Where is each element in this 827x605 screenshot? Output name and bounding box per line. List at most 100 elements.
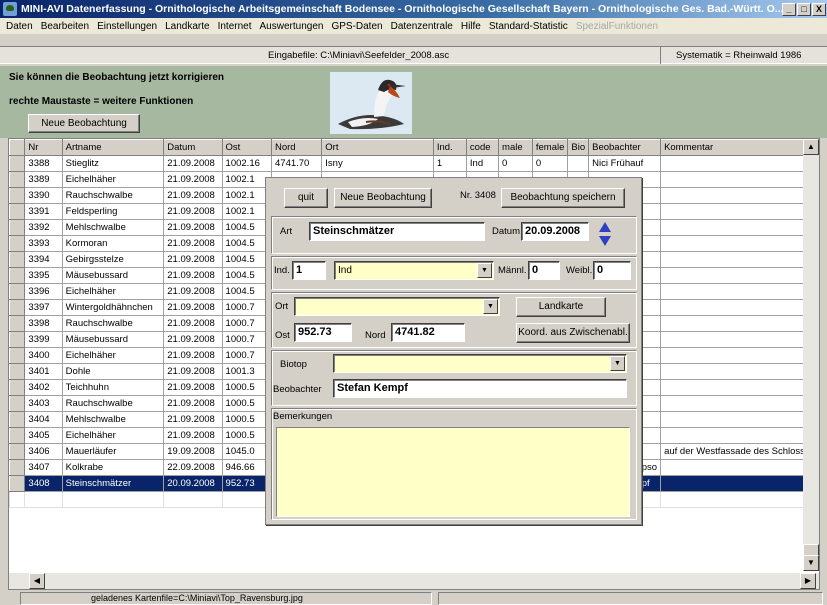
menu-datenzentrale[interactable]: Datenzentrale [387,21,457,32]
cell-datum[interactable]: 21.09.2008 [163,411,223,428]
cell-artname[interactable]: Eichelhäher [61,427,165,444]
cell-nr[interactable]: 3401 [24,363,63,380]
cell-artname[interactable]: Mäusebussard [61,267,165,284]
cell-artname[interactable]: Wintergoldhähnchen [61,299,165,316]
cell-artname[interactable]: Stieglitz [61,155,165,172]
row-selector[interactable] [8,299,26,316]
cell-artname[interactable]: Mäusebussard [61,331,165,348]
row-selector[interactable] [8,395,26,412]
scroll-left-icon[interactable]: ◀ [29,573,45,589]
cell-nr[interactable]: 3400 [24,347,63,364]
row-selector[interactable] [8,475,26,492]
cell-artname[interactable]: Eichelhäher [61,171,165,188]
col-header-ort[interactable]: Ort [321,139,434,156]
cell-artname[interactable]: Eichelhäher [61,283,165,300]
cell-artname[interactable]: Rauchschwalbe [61,187,165,204]
cell-nord[interactable]: 4741.70 [270,155,323,172]
scroll-down-icon[interactable]: ▼ [803,555,819,571]
cell-nr[interactable]: 3408 [24,475,63,492]
habitat-select[interactable]: ▼ [333,354,627,373]
cell-kommentar[interactable] [660,347,819,364]
cell-nr[interactable]: 3395 [24,267,63,284]
coords-from-clipboard-button[interactable]: Koord. aus Zwischenabl. [516,323,630,343]
cell-kommentar[interactable] [660,187,819,204]
row-selector[interactable] [8,315,26,332]
cell-datum[interactable]: 21.09.2008 [163,315,223,332]
col-header-bio[interactable]: Bio [567,139,590,156]
row-selector[interactable] [8,363,26,380]
cell-datum[interactable]: 21.09.2008 [163,235,223,252]
row-selector[interactable] [8,427,26,444]
cell-artname[interactable]: Dohle [61,363,165,380]
col-header-nord[interactable]: Nord [270,139,323,156]
cell-artname[interactable]: Mehlschwalbe [61,219,165,236]
cell-kommentar[interactable] [660,219,819,236]
cell-bio[interactable] [567,155,590,172]
cell-artname[interactable]: Gebirgsstelze [61,251,165,268]
cell-kommentar[interactable] [660,203,819,220]
cell-artname[interactable]: Feldsperling [61,203,165,220]
menu-auswertungen[interactable]: Auswertungen [256,21,328,32]
empty-cell[interactable] [163,491,223,508]
empty-cell[interactable] [8,491,26,508]
cell-kommentar[interactable] [660,155,819,172]
cell-datum[interactable]: 22.09.2008 [163,459,223,476]
empty-cell[interactable] [61,491,165,508]
row-selector[interactable] [8,459,26,476]
menu-standard-statistic[interactable]: Standard-Statistic [485,21,572,32]
cell-datum[interactable]: 21.09.2008 [163,203,223,220]
cell-datum[interactable]: 21.09.2008 [163,155,223,172]
cell-datum[interactable]: 21.09.2008 [163,171,223,188]
species-field[interactable]: Steinschmätzer [309,222,485,241]
cell-female[interactable]: 0 [531,155,569,172]
menu-bearbeiten[interactable]: Bearbeiten [37,21,93,32]
observer-field[interactable]: Stefan Kempf [333,379,627,398]
cell-kommentar[interactable] [660,395,819,412]
dialog-new-observation-button[interactable]: Neue Beobachtung [334,188,432,208]
cell-artname[interactable]: Mehlschwalbe [61,411,165,428]
save-observation-button[interactable]: Beobachtung speichern [501,188,625,208]
col-header-datum[interactable]: Datum [163,139,223,156]
row-selector[interactable] [8,251,26,268]
col-header-male[interactable]: male [498,139,533,156]
cell-datum[interactable]: 19.09.2008 [163,443,223,460]
cell-nr[interactable]: 3388 [24,155,63,172]
cell-kommentar[interactable] [660,251,819,268]
vertical-scrollbar[interactable]: ▲ ▼ [803,139,819,571]
female-count-field[interactable]: 0 [593,261,631,280]
cell-datum[interactable]: 21.09.2008 [163,427,223,444]
cell-nr[interactable]: 3391 [24,203,63,220]
cell-kommentar[interactable] [660,363,819,380]
male-count-field[interactable]: 0 [528,261,560,280]
cell-kommentar[interactable] [660,283,819,300]
col-header-code[interactable]: code [465,139,500,156]
cell-datum[interactable]: 21.09.2008 [163,219,223,236]
quit-button[interactable]: quit [284,188,328,208]
cell-artname[interactable]: Kormoran [61,235,165,252]
cell-datum[interactable]: 21.09.2008 [163,395,223,412]
col-header-ost[interactable]: Ost [221,139,273,156]
cell-nr[interactable]: 3406 [24,443,63,460]
cell-nr[interactable]: 3405 [24,427,63,444]
cell-datum[interactable]: 21.09.2008 [163,331,223,348]
maximize-button[interactable]: □ [797,2,811,16]
row-selector[interactable] [8,331,26,348]
cell-male[interactable]: 0 [498,155,533,172]
row-selector[interactable] [8,235,26,252]
cell-kommentar[interactable] [660,475,819,492]
chevron-down-icon[interactable]: ▼ [483,299,498,314]
col-header-female[interactable]: female [531,139,569,156]
col-header-artname[interactable]: Artname [61,139,165,156]
cell-nr[interactable]: 3403 [24,395,63,412]
date-field[interactable]: 20.09.2008 [521,222,589,241]
row-selector[interactable] [8,171,26,188]
minimize-button[interactable]: _ [782,2,796,16]
cell-artname[interactable]: Steinschmätzer [61,475,165,492]
cell-datum[interactable]: 21.09.2008 [163,347,223,364]
date-spinner-icon[interactable] [598,222,612,248]
north-coordinate-field[interactable]: 4741.82 [391,323,465,342]
cell-ost[interactable]: 1002.16 [221,155,273,172]
cell-kommentar[interactable] [660,267,819,284]
col-header-kommentar[interactable]: Kommentar [660,139,819,156]
east-coordinate-field[interactable]: 952.73 [294,323,352,342]
